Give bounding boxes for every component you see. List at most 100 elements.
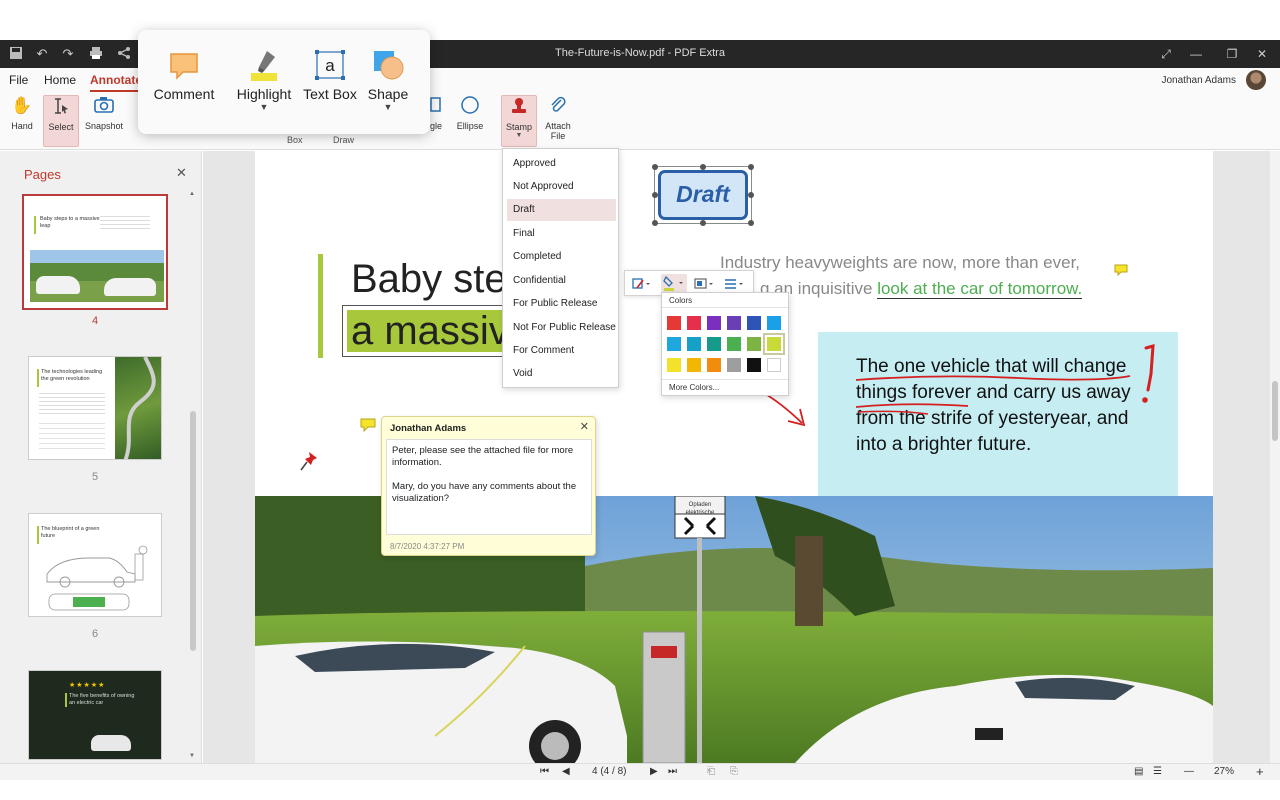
stamp-option-not-approved[interactable]: Not Approved bbox=[507, 176, 616, 198]
stamp-option-completed[interactable]: Completed bbox=[507, 246, 616, 268]
document-scroll-thumb[interactable] bbox=[1272, 381, 1278, 441]
box-label[interactable]: Box bbox=[287, 135, 303, 145]
minimize-icon[interactable]: — bbox=[1188, 46, 1204, 62]
fullscreen-icon[interactable]: ⤢ bbox=[1158, 46, 1174, 62]
stamp-option-draft[interactable]: Draft bbox=[507, 199, 616, 221]
page-thumbnail-4[interactable]: Baby steps to a massive leap bbox=[22, 194, 168, 310]
last-page-icon[interactable]: ⏭ bbox=[668, 766, 677, 777]
freehand-ink-annotations[interactable] bbox=[818, 332, 1178, 496]
color-swatch[interactable] bbox=[707, 337, 721, 351]
stamp-option-not-for-public-release[interactable]: Not For Public Release bbox=[507, 317, 616, 339]
close-comment-icon[interactable]: ✕ bbox=[580, 420, 589, 433]
shape-label: Shape bbox=[367, 86, 409, 102]
shape-tool-button[interactable]: Shape ▼ bbox=[353, 48, 423, 112]
comment-text-field[interactable]: Peter, please see the attached file for … bbox=[386, 439, 592, 535]
close-icon[interactable]: ✕ bbox=[1254, 46, 1270, 62]
resize-handle[interactable] bbox=[748, 220, 754, 226]
stamp-option-void[interactable]: Void bbox=[507, 363, 616, 385]
close-panel-icon[interactable]: ✕ bbox=[176, 165, 187, 181]
sidebar-scroll-thumb[interactable] bbox=[190, 411, 196, 651]
color-swatch[interactable] bbox=[727, 316, 741, 330]
draft-stamp[interactable]: Draft bbox=[658, 170, 748, 220]
more-colors-link[interactable]: More Colors... bbox=[669, 383, 719, 392]
page-thumbnail-7[interactable]: ★★★★★ The five benefits of owning an ele… bbox=[28, 670, 162, 760]
scroll-up-icon[interactable]: ▲ bbox=[189, 191, 195, 197]
color-swatch[interactable] bbox=[667, 337, 681, 351]
zoom-in-icon[interactable]: + bbox=[1256, 764, 1264, 779]
single-page-view-icon[interactable]: ▤ bbox=[1134, 766, 1143, 777]
color-swatch[interactable] bbox=[747, 316, 761, 330]
color-swatch[interactable] bbox=[747, 337, 761, 351]
border-color-button[interactable] bbox=[631, 276, 651, 292]
menu-annotate[interactable]: Annotate bbox=[90, 73, 142, 92]
intro-link[interactable]: look at the car of tomorrow. bbox=[877, 279, 1083, 299]
stamp-option-approved[interactable]: Approved bbox=[507, 153, 616, 175]
select-tool-button[interactable]: Select bbox=[43, 95, 79, 147]
maximize-icon[interactable]: ❐ bbox=[1224, 46, 1240, 62]
color-swatch[interactable] bbox=[767, 316, 781, 330]
color-swatch[interactable] bbox=[667, 358, 681, 372]
stamp-option-for-comment[interactable]: For Comment bbox=[507, 340, 616, 362]
resize-handle[interactable] bbox=[700, 220, 706, 226]
thumbnail-accent-bar bbox=[65, 693, 67, 707]
hand-tool-button[interactable]: ✋ Hand bbox=[6, 95, 38, 131]
draft-stamp-selection[interactable]: Draft bbox=[652, 164, 754, 226]
resize-handle[interactable] bbox=[652, 220, 658, 226]
comment-marker-icon[interactable] bbox=[360, 418, 376, 433]
color-swatch[interactable] bbox=[767, 358, 781, 372]
color-swatch[interactable] bbox=[727, 358, 741, 372]
ellipse-tool-button[interactable]: Ellipse bbox=[454, 95, 486, 131]
sticky-note-icon[interactable] bbox=[1114, 263, 1128, 277]
color-swatch[interactable] bbox=[727, 337, 741, 351]
text-cursor-icon bbox=[50, 96, 72, 118]
shape-dropdown-icon[interactable]: ▼ bbox=[353, 102, 423, 112]
resize-handle[interactable] bbox=[652, 164, 658, 170]
comment-tool-button[interactable]: Comment bbox=[149, 48, 219, 102]
menu-home[interactable]: Home bbox=[44, 73, 76, 87]
color-swatch[interactable] bbox=[707, 358, 721, 372]
resize-handle[interactable] bbox=[748, 192, 754, 198]
color-swatch[interactable] bbox=[667, 316, 681, 330]
first-page-icon[interactable]: ⏮ bbox=[540, 766, 549, 777]
snapshot-tool-button[interactable]: Snapshot bbox=[84, 95, 124, 131]
stamp-option-confidential[interactable]: Confidential bbox=[507, 270, 616, 292]
menu-file[interactable]: File bbox=[9, 73, 28, 87]
next-view-icon[interactable]: ⎘ bbox=[730, 766, 738, 777]
sidebar-scrollbar[interactable]: ▲ ▼ bbox=[188, 191, 198, 763]
app-window: ↶ ↷ The-Future-is-Now.pdf - PDF Extra ⤢ … bbox=[0, 0, 1280, 800]
stamp-tool-button[interactable]: Stamp ▼ bbox=[501, 95, 537, 147]
continuous-view-icon[interactable]: ☰ bbox=[1153, 766, 1162, 777]
zoom-out-icon[interactable]: — bbox=[1184, 766, 1194, 777]
resize-handle[interactable] bbox=[652, 192, 658, 198]
attach-file-button[interactable]: Attach File bbox=[541, 95, 575, 141]
page-indicator[interactable]: 4 (4 / 8) bbox=[592, 766, 626, 777]
pushpin-icon[interactable] bbox=[300, 450, 320, 472]
stamp-option-final[interactable]: Final bbox=[507, 223, 616, 245]
previous-page-icon[interactable]: ◀ bbox=[562, 766, 570, 777]
zoom-level[interactable]: 27% bbox=[1214, 766, 1234, 777]
stamp-option-for-public-release[interactable]: For Public Release bbox=[507, 293, 616, 315]
color-swatch[interactable] bbox=[747, 358, 761, 372]
color-swatch[interactable] bbox=[707, 316, 721, 330]
scroll-down-icon[interactable]: ▼ bbox=[189, 753, 195, 759]
resize-handle[interactable] bbox=[700, 164, 706, 170]
color-swatch[interactable] bbox=[687, 358, 701, 372]
color-swatch[interactable] bbox=[763, 333, 785, 355]
opacity-button[interactable] bbox=[693, 276, 715, 292]
comment-popup: Jonathan Adams ✕ Peter, please see the a… bbox=[381, 416, 596, 556]
line-style-button[interactable] bbox=[723, 276, 745, 292]
color-swatch[interactable] bbox=[687, 337, 701, 351]
resize-handle[interactable] bbox=[748, 164, 754, 170]
avatar[interactable] bbox=[1246, 70, 1266, 90]
page-thumbnail-5[interactable]: The technologies leading the green revol… bbox=[28, 356, 162, 460]
fill-color-button[interactable] bbox=[661, 274, 687, 292]
highlight-dropdown-icon[interactable]: ▼ bbox=[229, 102, 299, 112]
page-thumbnail-6[interactable]: The blueprint of a green future bbox=[28, 513, 162, 617]
next-page-icon[interactable]: ▶ bbox=[650, 766, 658, 777]
previous-view-icon[interactable]: ⎗ bbox=[707, 766, 715, 777]
highlight-tool-button[interactable]: Highlight ▼ bbox=[229, 48, 299, 112]
draw-label[interactable]: Draw bbox=[333, 135, 354, 145]
document-scrollbar[interactable] bbox=[1270, 151, 1280, 763]
color-swatch[interactable] bbox=[687, 316, 701, 330]
stamp-dropdown-icon[interactable]: ▼ bbox=[502, 132, 536, 139]
